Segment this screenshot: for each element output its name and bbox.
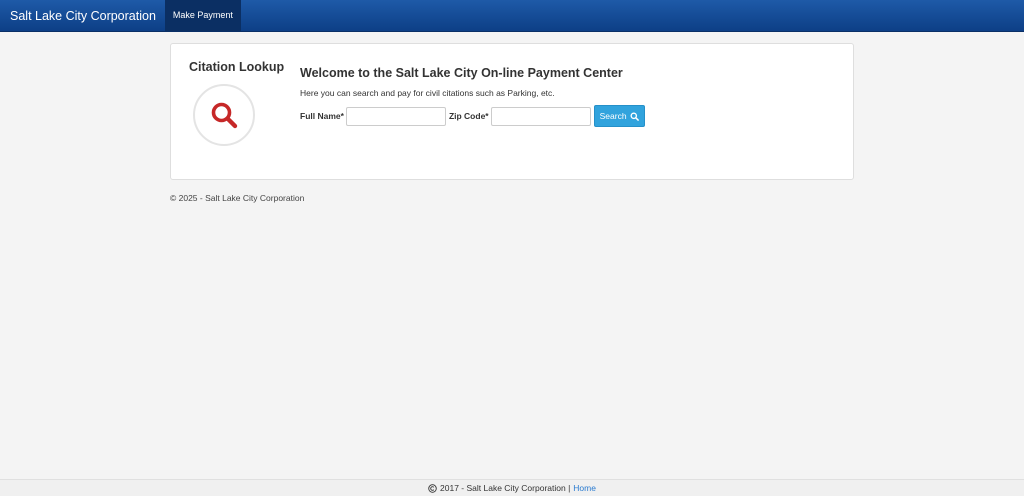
search-icon [211, 102, 238, 129]
welcome-subtitle: Here you can search and pay for civil ci… [300, 88, 555, 98]
zip-code-input[interactable] [490, 106, 591, 126]
top-navbar: Salt Lake City Corporation Make Payment [0, 0, 1024, 32]
footer-text: 2017 - Salt Lake City Corporation | [440, 483, 571, 493]
zip-code-label: Zip Code* [448, 111, 489, 121]
copyright-icon [428, 483, 437, 493]
search-button[interactable]: Search [593, 105, 645, 127]
brand-link[interactable]: Salt Lake City Corporation [0, 0, 165, 31]
search-icon [630, 111, 639, 121]
page-footer: 2017 - Salt Lake City Corporation | Home [0, 479, 1024, 496]
citation-lookup-card: Citation Lookup Welcome to the Salt Lake… [170, 43, 854, 180]
lookup-icon-circle [193, 84, 255, 146]
citation-lookup-title: Citation Lookup [189, 60, 285, 74]
search-button-label: Search [599, 111, 627, 121]
nav-item-make-payment[interactable]: Make Payment [164, 0, 241, 31]
full-name-input[interactable] [345, 106, 446, 126]
welcome-title: Welcome to the Salt Lake City On-line Pa… [300, 66, 623, 80]
copyright-text: © 2025 - Salt Lake City Corporation [170, 193, 305, 203]
home-link[interactable]: Home [573, 483, 596, 493]
full-name-label: Full Name* [300, 111, 344, 121]
page: Salt Lake City Corporation Make Payment … [0, 0, 1024, 496]
citation-search-form: Full Name* Zip Code* Search [300, 105, 645, 127]
